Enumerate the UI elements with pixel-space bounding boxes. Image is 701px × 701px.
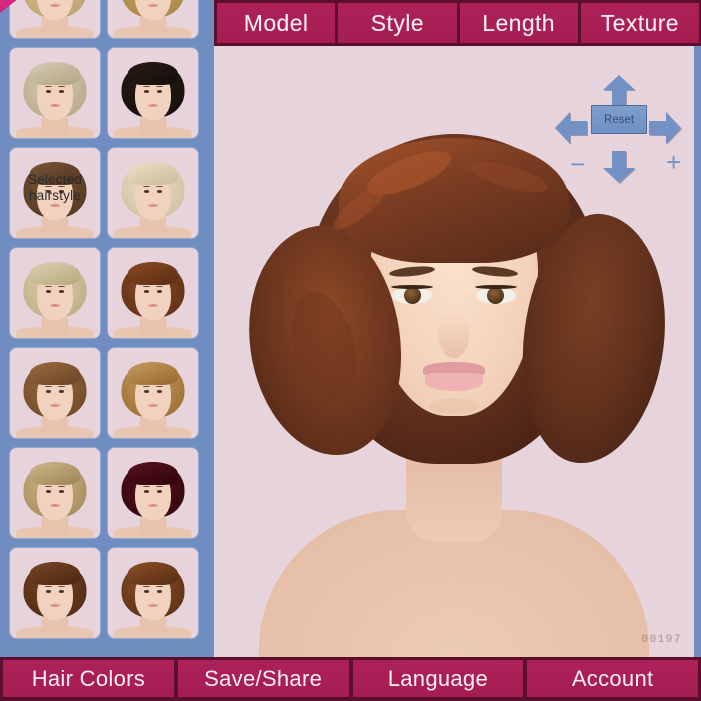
model-nose	[439, 314, 469, 358]
thumbnail-face-image	[10, 148, 100, 238]
hairstyle-thumbnail[interactable]	[108, 48, 198, 138]
thumbnail-face-image	[108, 48, 198, 138]
hairstyle-thumbnail[interactable]	[10, 248, 100, 338]
hairstyle-thumbnail[interactable]	[108, 248, 198, 338]
hairstyle-try-on-app: Selectedhairstyle Powered by hairfinder.…	[0, 0, 701, 701]
zoom-in-button[interactable]: +	[666, 149, 681, 175]
tab-save-share[interactable]: Save/Share	[177, 660, 349, 697]
thumbnail-face-image	[10, 0, 100, 38]
thumbnail-face-image	[10, 248, 100, 338]
hairstyle-thumbnail[interactable]	[10, 0, 100, 38]
thumbnail-grid: Selected hairstyle	[10, 0, 206, 638]
reset-button[interactable]: Reset	[591, 105, 647, 134]
thumbnail-face-image	[108, 548, 198, 638]
thumbnail-face-image	[10, 548, 100, 638]
pan-right-arrow-icon[interactable]	[648, 110, 682, 146]
thumbnail-face-image	[108, 248, 198, 338]
hairstyle-thumbnail[interactable]	[10, 348, 100, 438]
pan-left-arrow-icon[interactable]	[554, 110, 588, 146]
tab-texture[interactable]: Texture	[580, 3, 699, 43]
thumbnail-face-image	[10, 48, 100, 138]
tab-length[interactable]: Length	[459, 3, 578, 43]
tab-account[interactable]: Account	[527, 660, 698, 697]
model-chin	[429, 398, 479, 414]
pan-zoom-control-cluster: Reset − +	[554, 74, 684, 186]
pan-down-arrow-icon[interactable]	[601, 150, 637, 184]
tab-model[interactable]: Model	[217, 3, 336, 43]
pan-up-arrow-icon[interactable]	[601, 74, 637, 108]
hairstyle-thumbnail[interactable]	[10, 48, 100, 138]
thumbnail-face-image	[108, 148, 198, 238]
model-eyelash-left	[391, 285, 433, 289]
model-iris-left	[404, 287, 421, 304]
model-eyelash-right	[475, 285, 517, 289]
model-lower-lip	[425, 373, 483, 391]
tab-style[interactable]: Style	[338, 3, 457, 43]
right-edge-strip	[694, 46, 701, 660]
hairstyle-thumbnail[interactable]: Selected hairstyle	[10, 148, 100, 238]
hairstyle-thumbnail[interactable]	[108, 548, 198, 638]
zoom-out-button[interactable]: −	[570, 151, 585, 177]
thumbnail-face-image	[10, 448, 100, 538]
hairstyle-thumbnail[interactable]	[10, 448, 100, 538]
hairstyle-thumbnail-sidebar[interactable]: Selected hairstyle	[0, 0, 214, 660]
hairstyle-thumbnail[interactable]	[108, 348, 198, 438]
hairstyle-thumbnail[interactable]	[108, 148, 198, 238]
top-navigation-bar: Model Style Length Texture	[214, 0, 701, 46]
hairstyle-thumbnail[interactable]	[108, 0, 198, 38]
model-preview-stage[interactable]: 00197 Reset − +	[214, 46, 694, 660]
thumbnail-face-image	[10, 348, 100, 438]
photo-id-label: 00197	[641, 634, 682, 646]
thumbnail-face-image	[108, 348, 198, 438]
hairstyle-thumbnail[interactable]	[10, 548, 100, 638]
tab-language[interactable]: Language	[352, 660, 524, 697]
thumbnail-face-image	[108, 448, 198, 538]
thumbnail-face-image	[108, 0, 198, 38]
tab-hair-colors[interactable]: Hair Colors	[3, 660, 174, 697]
bottom-navigation-bar: Hair Colors Save/Share Language Account	[0, 657, 701, 701]
model-iris-right	[487, 287, 504, 304]
hairstyle-thumbnail[interactable]	[108, 448, 198, 538]
